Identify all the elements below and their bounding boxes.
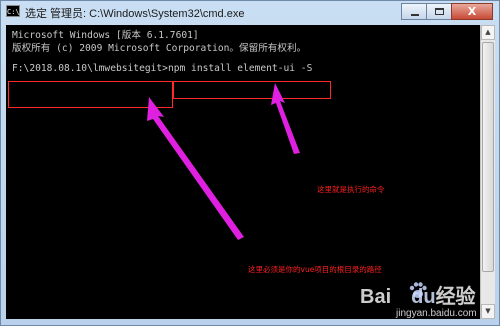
window-title: 选定 管理员: C:\Windows\System32\cmd.exe [25,8,245,20]
command-arrow [271,83,300,154]
minimize-button[interactable] [401,3,427,20]
scrollbar-thumb[interactable] [482,42,494,272]
maximize-icon [435,8,444,15]
close-icon: X [467,5,477,18]
watermark-logo-left: Bai [360,286,392,308]
scroll-up-arrow-icon[interactable]: ▲ [481,25,495,40]
maximize-button[interactable] [426,3,452,20]
minimize-icon [411,14,419,16]
title-bar[interactable]: C:\ 选定 管理员: C:\Windows\System32\cmd.exe … [1,1,499,23]
path-arrow [147,97,244,240]
close-button[interactable]: X [451,3,493,20]
command-note: 这里就是执行的命令 [317,185,385,194]
baidu-watermark: Bai du经验 jingyan.baidu.com [360,272,496,322]
cmd-app-icon[interactable]: C:\ [6,5,20,17]
window-controls: X [401,3,493,21]
watermark-logo-right: 经验 [435,286,476,308]
paw-icon [409,282,427,298]
watermark-subtitle: jingyan.baidu.com [396,308,477,319]
